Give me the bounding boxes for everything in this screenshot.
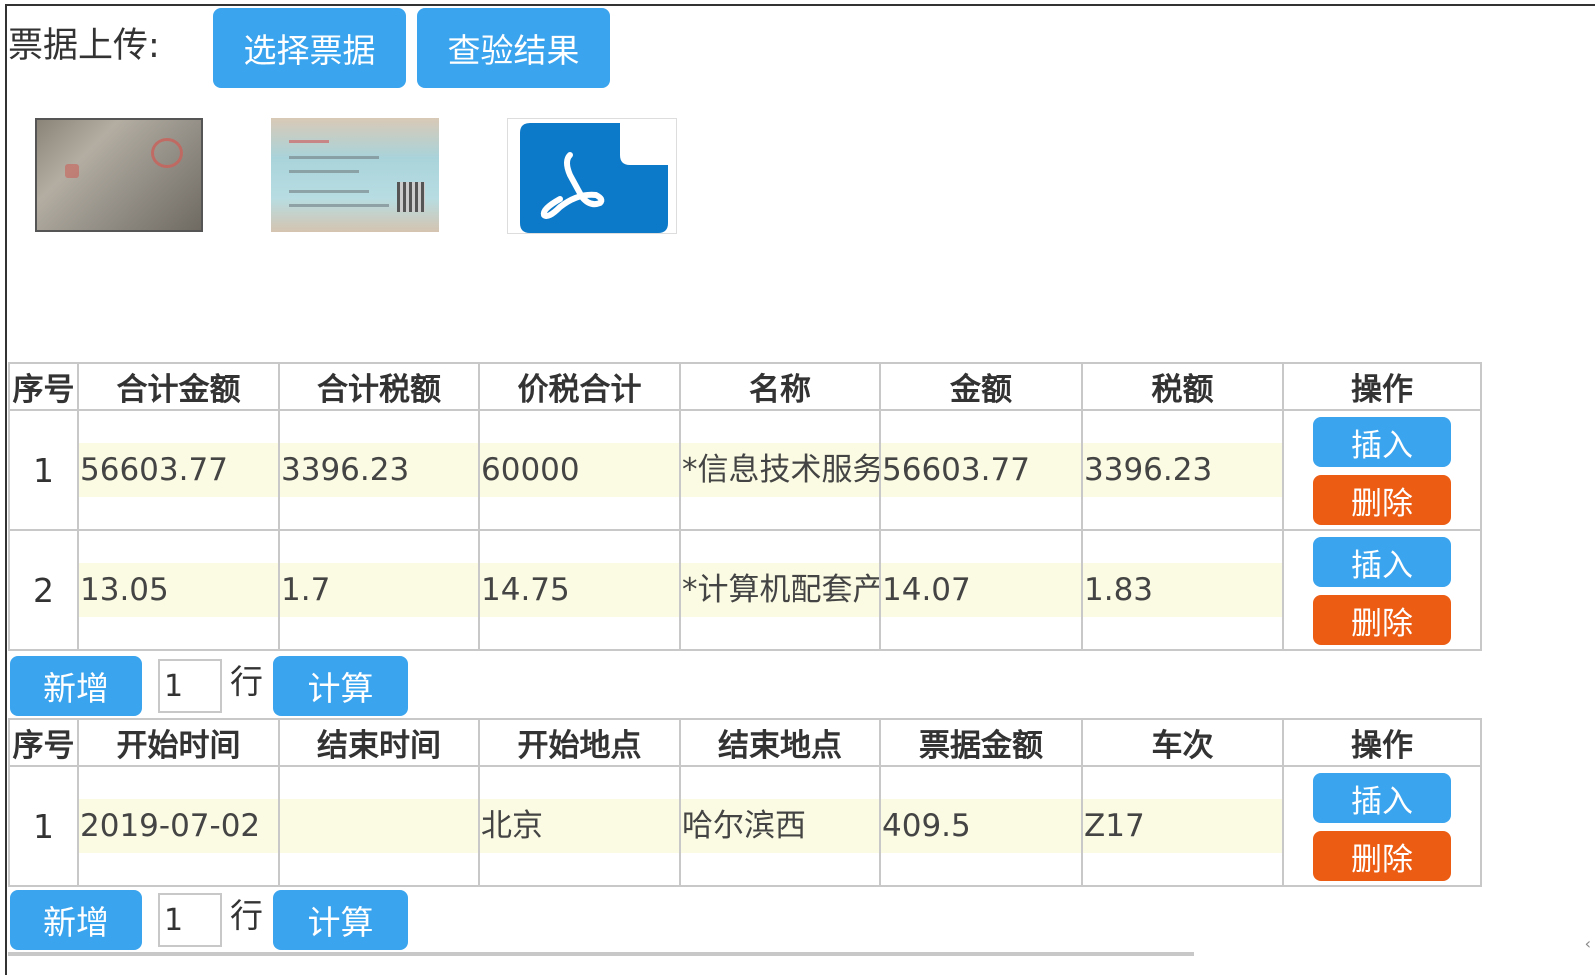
header-total-tax: 合计税额	[278, 362, 480, 411]
add-row-button[interactable]: 新增	[10, 890, 142, 950]
stamp-mark-small	[65, 164, 79, 178]
trip-add-controls: 新增 行 计算	[10, 890, 408, 950]
delete-button[interactable]: 删除	[1313, 595, 1451, 645]
row-unit-label: 行	[230, 896, 263, 935]
thumbnail-list	[35, 118, 745, 234]
qr-code-icon	[397, 182, 425, 212]
row-count-input[interactable]	[158, 659, 222, 713]
invoice-add-controls: 新增 行 计算	[10, 656, 408, 716]
row-index: 1	[8, 765, 79, 887]
item-name-input[interactable]: *计算机配套产	[682, 563, 878, 617]
row-unit-label: 行	[230, 662, 263, 701]
stamp-mark	[151, 138, 183, 168]
header-total-amount: 合计金额	[77, 362, 280, 411]
header-train-no: 车次	[1081, 718, 1284, 767]
table-row: 1 56603.77 3396.23 60000 *信息技术服务 56603.7…	[8, 409, 1482, 531]
train-no-input[interactable]: Z17	[1084, 799, 1281, 853]
end-time-input[interactable]	[281, 799, 477, 853]
header-amount-with-tax: 价税合计	[478, 362, 681, 411]
trip-table-header: 序号 开始时间 结束时间 开始地点 结束地点 票据金额 车次 操作	[8, 718, 1482, 767]
verify-result-button[interactable]: 查验结果	[417, 8, 610, 88]
total-amount-input[interactable]: 13.05	[80, 563, 277, 617]
insert-button[interactable]: 插入	[1313, 417, 1451, 467]
calculate-button[interactable]: 计算	[273, 656, 408, 716]
horizontal-scrollbar[interactable]	[8, 952, 1194, 956]
insert-button[interactable]: 插入	[1313, 773, 1451, 823]
header-end-place: 结束地点	[679, 718, 881, 767]
header-index: 序号	[8, 718, 79, 767]
tax-input[interactable]: 1.83	[1084, 563, 1281, 617]
amount-with-tax-input[interactable]: 60000	[481, 443, 678, 497]
pdf-file-thumbnail[interactable]	[507, 118, 677, 234]
tax-input[interactable]: 3396.23	[1084, 443, 1281, 497]
select-ticket-button[interactable]: 选择票据	[213, 8, 406, 88]
header-name: 名称	[679, 362, 881, 411]
trip-table: 序号 开始时间 结束时间 开始地点 结束地点 票据金额 车次 操作 1 2019…	[8, 718, 1482, 887]
header-amount: 金额	[879, 362, 1083, 411]
upload-label: 票据上传:	[8, 25, 160, 66]
ticket-photo-thumbnail[interactable]	[271, 118, 439, 232]
delete-button[interactable]: 删除	[1313, 831, 1451, 881]
add-row-button[interactable]: 新增	[10, 656, 142, 716]
header-actions: 操作	[1282, 362, 1482, 411]
start-place-input[interactable]: 北京	[481, 799, 678, 853]
row-actions: 插入 删除	[1282, 765, 1482, 887]
header-tax: 税额	[1081, 362, 1284, 411]
item-name-input[interactable]: *信息技术服务	[682, 443, 878, 497]
end-place-input[interactable]: 哈尔滨西	[682, 799, 878, 853]
header-start-time: 开始时间	[77, 718, 280, 767]
row-index: 1	[8, 409, 79, 531]
header-index: 序号	[8, 362, 79, 411]
total-amount-input[interactable]: 56603.77	[80, 443, 277, 497]
pdf-file-icon	[520, 123, 668, 233]
upload-bar: 票据上传: 选择票据 查验结果	[8, 8, 621, 88]
invoice-table-header: 序号 合计金额 合计税额 价税合计 名称 金额 税额 操作	[8, 362, 1482, 411]
delete-button[interactable]: 删除	[1313, 475, 1451, 525]
table-row: 2 13.05 1.7 14.75 *计算机配套产 14.07 1.83 插入 …	[8, 529, 1482, 651]
total-tax-input[interactable]: 3396.23	[281, 443, 477, 497]
amount-input[interactable]: 14.07	[882, 563, 1080, 617]
start-time-input[interactable]: 2019-07-02	[80, 799, 277, 853]
scroll-left-icon[interactable]: ‹	[1585, 934, 1591, 953]
insert-button[interactable]: 插入	[1313, 537, 1451, 587]
row-index: 2	[8, 529, 79, 651]
amount-input[interactable]: 56603.77	[882, 443, 1080, 497]
receipt-photo-thumbnail[interactable]	[35, 118, 203, 232]
invoice-table: 序号 合计金额 合计税额 价税合计 名称 金额 税额 操作 1 56603.77…	[8, 362, 1482, 651]
ticket-amount-input[interactable]: 409.5	[882, 799, 1080, 853]
header-start-place: 开始地点	[478, 718, 681, 767]
row-actions: 插入 删除	[1282, 529, 1482, 651]
row-count-input[interactable]	[158, 893, 222, 947]
total-tax-input[interactable]: 1.7	[281, 563, 477, 617]
header-actions: 操作	[1282, 718, 1482, 767]
header-ticket-amount: 票据金额	[879, 718, 1083, 767]
row-actions: 插入 删除	[1282, 409, 1482, 531]
header-end-time: 结束时间	[278, 718, 480, 767]
table-row: 1 2019-07-02 北京 哈尔滨西 409.5 Z17 插入 删除	[8, 765, 1482, 887]
amount-with-tax-input[interactable]: 14.75	[481, 563, 678, 617]
calculate-button[interactable]: 计算	[273, 890, 408, 950]
